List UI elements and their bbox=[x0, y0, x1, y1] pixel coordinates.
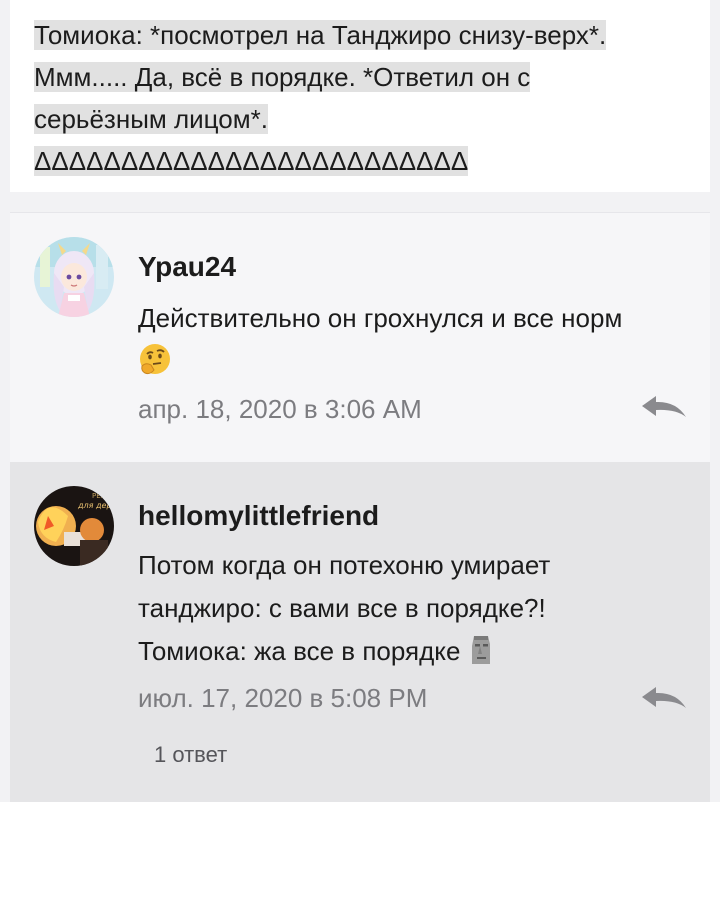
post-text-line: серьёзным лицом*. bbox=[34, 104, 268, 134]
post-text-line: Томиока: *посмотрел на Танджиро снизу-ве… bbox=[34, 20, 607, 50]
reply-arrow-icon bbox=[642, 687, 686, 708]
comment-username[interactable]: Ypau24 bbox=[138, 251, 236, 283]
comment-item: Ypau24 Действительно он грохнулся и все … bbox=[10, 212, 710, 463]
reply-button[interactable] bbox=[640, 684, 688, 714]
comment-username[interactable]: hellomylittlefriend bbox=[138, 500, 379, 532]
comment-text-line: танджиро: с вами все в порядке?! bbox=[138, 593, 546, 623]
svg-text:для держи: для держи bbox=[77, 501, 114, 510]
avatar[interactable] bbox=[34, 237, 114, 317]
comment-text-line: Действительно он грохнулся и все норм bbox=[138, 303, 623, 333]
moai-emoji bbox=[468, 634, 494, 679]
post-card: Томиока: *посмотрел на Танджиро снизу-ве… bbox=[10, 0, 710, 192]
comment-text: Потом когда он потехоню умирает танджиро… bbox=[138, 544, 688, 679]
comment-text-line: Томиока: жа все в порядке bbox=[138, 636, 461, 666]
view-replies-link[interactable]: 1 ответ bbox=[154, 742, 227, 768]
post-text-line: ΔΔΔΔΔΔΔΔΔΔΔΔΔΔΔΔΔΔΔΔΔΔΔΔΔ bbox=[34, 146, 469, 176]
post-text: Томиока: *посмотрел на Танджиро снизу-ве… bbox=[34, 14, 694, 182]
comment-timestamp: июл. 17, 2020 в 5:08 PM bbox=[138, 683, 428, 713]
avatar[interactable]: для держи РЕП bbox=[34, 486, 114, 566]
comment-timestamp: апр. 18, 2020 в 3:06 AM bbox=[138, 394, 422, 424]
thinking-face-emoji bbox=[138, 342, 172, 389]
reply-arrow-icon bbox=[642, 396, 686, 417]
reply-button[interactable] bbox=[640, 393, 688, 423]
comment-item: для держи РЕП hellomylittlefriend Потом … bbox=[10, 462, 710, 802]
section-gap bbox=[0, 192, 720, 212]
comment-text-line: Потом когда он потехоню умирает bbox=[138, 550, 551, 580]
page-bottom bbox=[0, 802, 720, 920]
comment-text: Действительно он грохнулся и все норм bbox=[138, 297, 688, 389]
svg-text:РЕП: РЕП bbox=[92, 492, 106, 500]
post-text-line: Ммм..... Да, всё в порядке. *Ответил он … bbox=[34, 62, 531, 92]
